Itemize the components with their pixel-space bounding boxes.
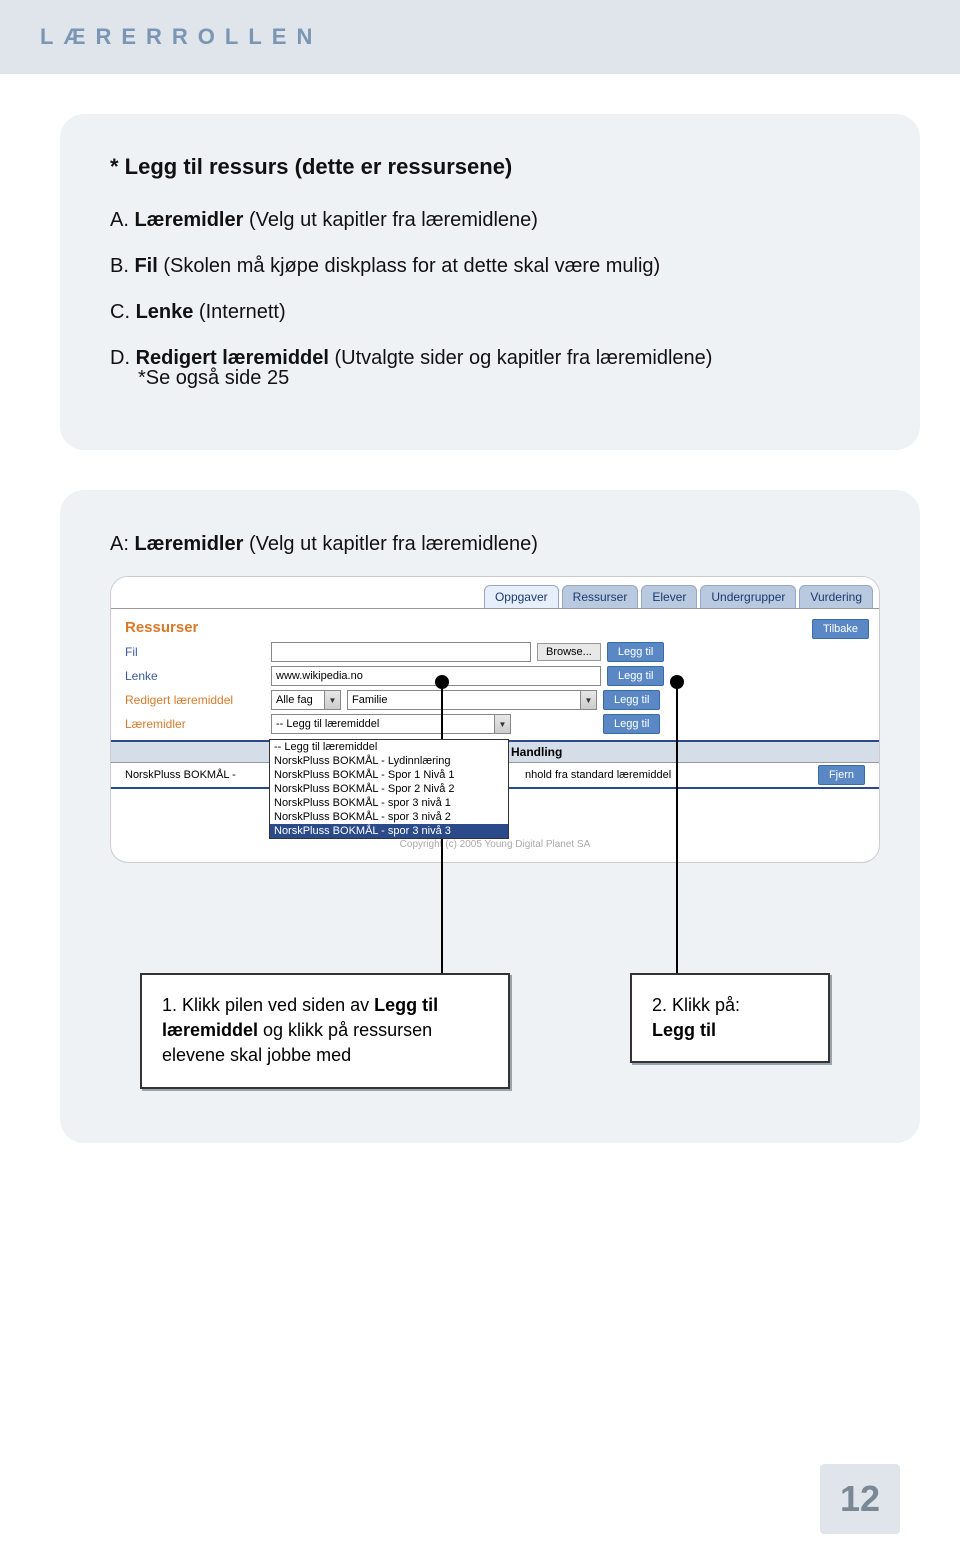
label-fil: Fil [125,645,265,659]
callout-2: 2. Klikk på: Legg til [630,973,830,1063]
intro-title: * Legg til ressurs (dette er ressursene) [110,154,880,180]
item-b: B. Fil (Skolen må kjøpe diskplass for at… [110,252,880,280]
tab-ressurser[interactable]: Ressurser [562,585,639,608]
chevron-down-icon: ▼ [580,691,596,709]
intro-box: * Legg til ressurs (dette er ressursene)… [60,114,920,450]
dropdown-option[interactable]: NorskPluss BOKMÅL - Spor 2 Nivå 2 [270,782,508,796]
redigert-leggtil-button[interactable]: Legg til [603,690,660,710]
row-redigert: Redigert læremiddel Alle fag ▼ Familie ▼… [111,688,879,712]
callout-area: 1. Klikk pilen ved siden av Legg til lær… [110,863,880,1143]
dropdown-option[interactable]: NorskPluss BOKMÅL - spor 3 nivå 1 [270,796,508,810]
row-fil: Fil Browse... Legg til [111,640,879,664]
row-lenke: Lenke Legg til [111,664,879,688]
page-header: LÆRERROLLEN [0,0,960,74]
dropdown-option[interactable]: NorskPluss BOKMÅL - Spor 1 Nivå 1 [270,768,508,782]
dropdown-option-selected[interactable]: NorskPluss BOKMÅL - spor 3 nivå 3 [270,824,508,838]
browse-button[interactable]: Browse... [537,643,601,661]
laeremidler-leggtil-button[interactable]: Legg til [603,714,660,734]
fjern-button[interactable]: Fjern [818,765,865,785]
chevron-down-icon: ▼ [494,715,510,733]
chevron-down-icon: ▼ [324,691,340,709]
tilbake-button[interactable]: Tilbake [812,619,869,639]
row-name: NorskPluss BOKMÅL - [125,769,265,781]
tab-vurdering[interactable]: Vurdering [799,585,873,608]
item-a: A. Læremidler (Velg ut kapitler fra lære… [110,206,880,234]
dropdown-list[interactable]: -- Legg til læremiddel NorskPluss BOKMÅL… [269,739,509,839]
tab-oppgaver[interactable]: Oppgaver [484,585,559,608]
section-a-box: A: Læremidler (Velg ut kapitler fra lære… [60,490,920,1143]
redigert-select2[interactable]: Familie ▼ [347,690,597,710]
tab-undergrupper[interactable]: Undergrupper [700,585,796,608]
fil-input[interactable] [271,642,531,662]
dropdown-option[interactable]: NorskPluss BOKMÅL - spor 3 nivå 2 [270,810,508,824]
item-c: C. Lenke (Internett) [110,298,880,326]
callout-1: 1. Klikk pilen ved siden av Legg til lær… [140,973,510,1089]
section-a-title: A: Læremidler (Velg ut kapitler fra lære… [110,530,880,558]
label-lenke: Lenke [125,669,265,683]
lenke-leggtil-button[interactable]: Legg til [607,666,664,686]
app-screenshot: Oppgaver Ressurser Elever Undergrupper V… [110,576,880,863]
laeremidler-select[interactable]: -- Legg til læremiddel ▼ [271,714,511,734]
callout-line [676,683,678,973]
label-laeremidler: Læremidler [125,717,265,731]
page-number: 12 [820,1464,900,1534]
redigert-select1[interactable]: Alle fag ▼ [271,690,341,710]
tab-elever[interactable]: Elever [641,585,697,608]
ressurser-heading: Ressurser [111,609,879,640]
fil-leggtil-button[interactable]: Legg til [607,642,664,662]
label-redigert: Redigert læremiddel [125,693,265,707]
tabs-row: Oppgaver Ressurser Elever Undergrupper V… [111,577,879,609]
row-laeremidler: Læremidler -- Legg til læremiddel ▼ Legg… [111,712,879,740]
dropdown-option[interactable]: NorskPluss BOKMÅL - Lydinnlæring [270,754,508,768]
dropdown-option[interactable]: -- Legg til læremiddel [270,740,508,754]
